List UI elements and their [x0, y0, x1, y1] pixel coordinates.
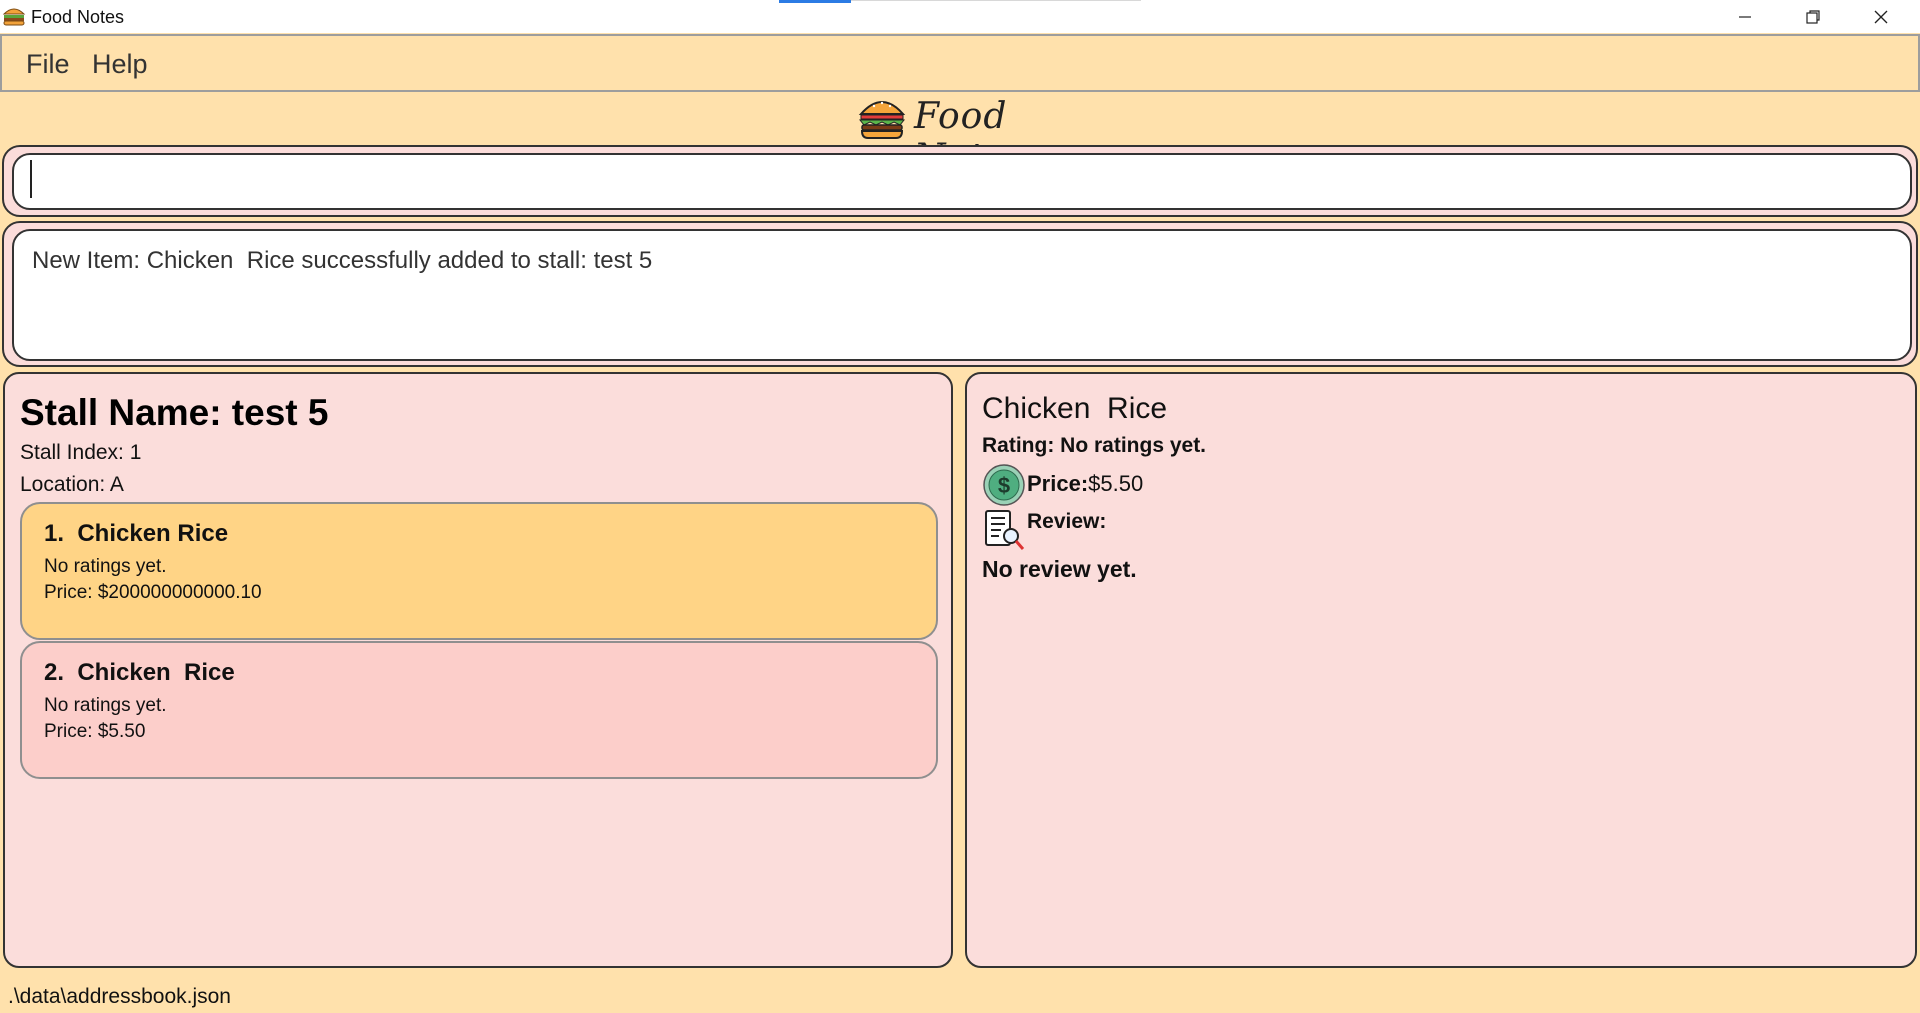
food-item-price: Price: $5.50 [44, 721, 146, 742]
result-display-frame: New Item: Chicken Rice successfully adde… [2, 221, 1918, 367]
detail-review-label: Review: [1027, 510, 1107, 533]
item-detail-panel: Chicken Rice Rating: No ratings yet. $ P… [965, 372, 1917, 968]
food-item-rating: No ratings yet. [44, 695, 167, 716]
detail-price-value: $5.50 [1088, 471, 1144, 496]
status-file-path: .\data\addressbook.json [8, 985, 231, 1008]
burger-icon [858, 101, 906, 139]
menu-help[interactable]: Help [92, 49, 148, 80]
svg-text:$: $ [998, 473, 1010, 498]
stall-panel: Stall Name: test 5 Stall Index: 1 Locati… [3, 372, 953, 968]
text-caret [30, 160, 32, 198]
review-document-icon [985, 510, 1025, 550]
title-accent-line [779, 0, 851, 3]
menu-bar: File Help [0, 34, 1920, 92]
window-title-bar: Food Notes [0, 0, 1920, 33]
result-message: New Item: Chicken Rice successfully adde… [32, 247, 653, 274]
menu-file[interactable]: File [26, 49, 70, 80]
burger-icon [2, 8, 26, 26]
stall-index: Stall Index: 1 [20, 441, 142, 464]
app-logo: Food Notes [858, 94, 1088, 178]
food-item-card[interactable]: 2. Chicken Rice No ratings yet. Price: $… [20, 641, 938, 779]
detail-price-label: Price: [1027, 471, 1089, 496]
command-box-frame [2, 145, 1918, 217]
food-item-rating: No ratings yet. [44, 556, 167, 577]
food-notes-window: Food Notes File Help Food New Item: Chic… [0, 0, 1920, 1013]
food-item-card[interactable]: 1. Chicken Rice No ratings yet. Price: $… [20, 502, 938, 640]
restore-button[interactable] [1784, 0, 1842, 33]
restore-icon [1806, 9, 1820, 24]
stall-location: Location: A [20, 473, 124, 496]
food-item-title: 2. Chicken Rice [44, 659, 235, 686]
stall-name: Stall Name: test 5 [20, 392, 329, 433]
food-item-price: Price: $200000000000.10 [44, 582, 262, 603]
dollar-icon: $ [983, 464, 1025, 506]
detail-rating: Rating: No ratings yet. [982, 434, 1207, 457]
close-button[interactable] [1852, 0, 1910, 33]
window-title: Food Notes [31, 7, 125, 27]
title-divider-line [851, 0, 1141, 1]
detail-review-text: No review yet. [982, 556, 1137, 582]
result-display[interactable]: New Item: Chicken Rice successfully adde… [12, 229, 1912, 361]
minimize-button[interactable] [1716, 0, 1774, 33]
food-item-title: 1. Chicken Rice [44, 520, 229, 547]
detail-item-name: Chicken Rice [982, 392, 1168, 425]
minimize-icon [1739, 15, 1751, 18]
close-icon [1874, 10, 1888, 23]
command-input[interactable] [12, 153, 1912, 210]
detail-price: Price:$5.50 [1027, 471, 1143, 497]
